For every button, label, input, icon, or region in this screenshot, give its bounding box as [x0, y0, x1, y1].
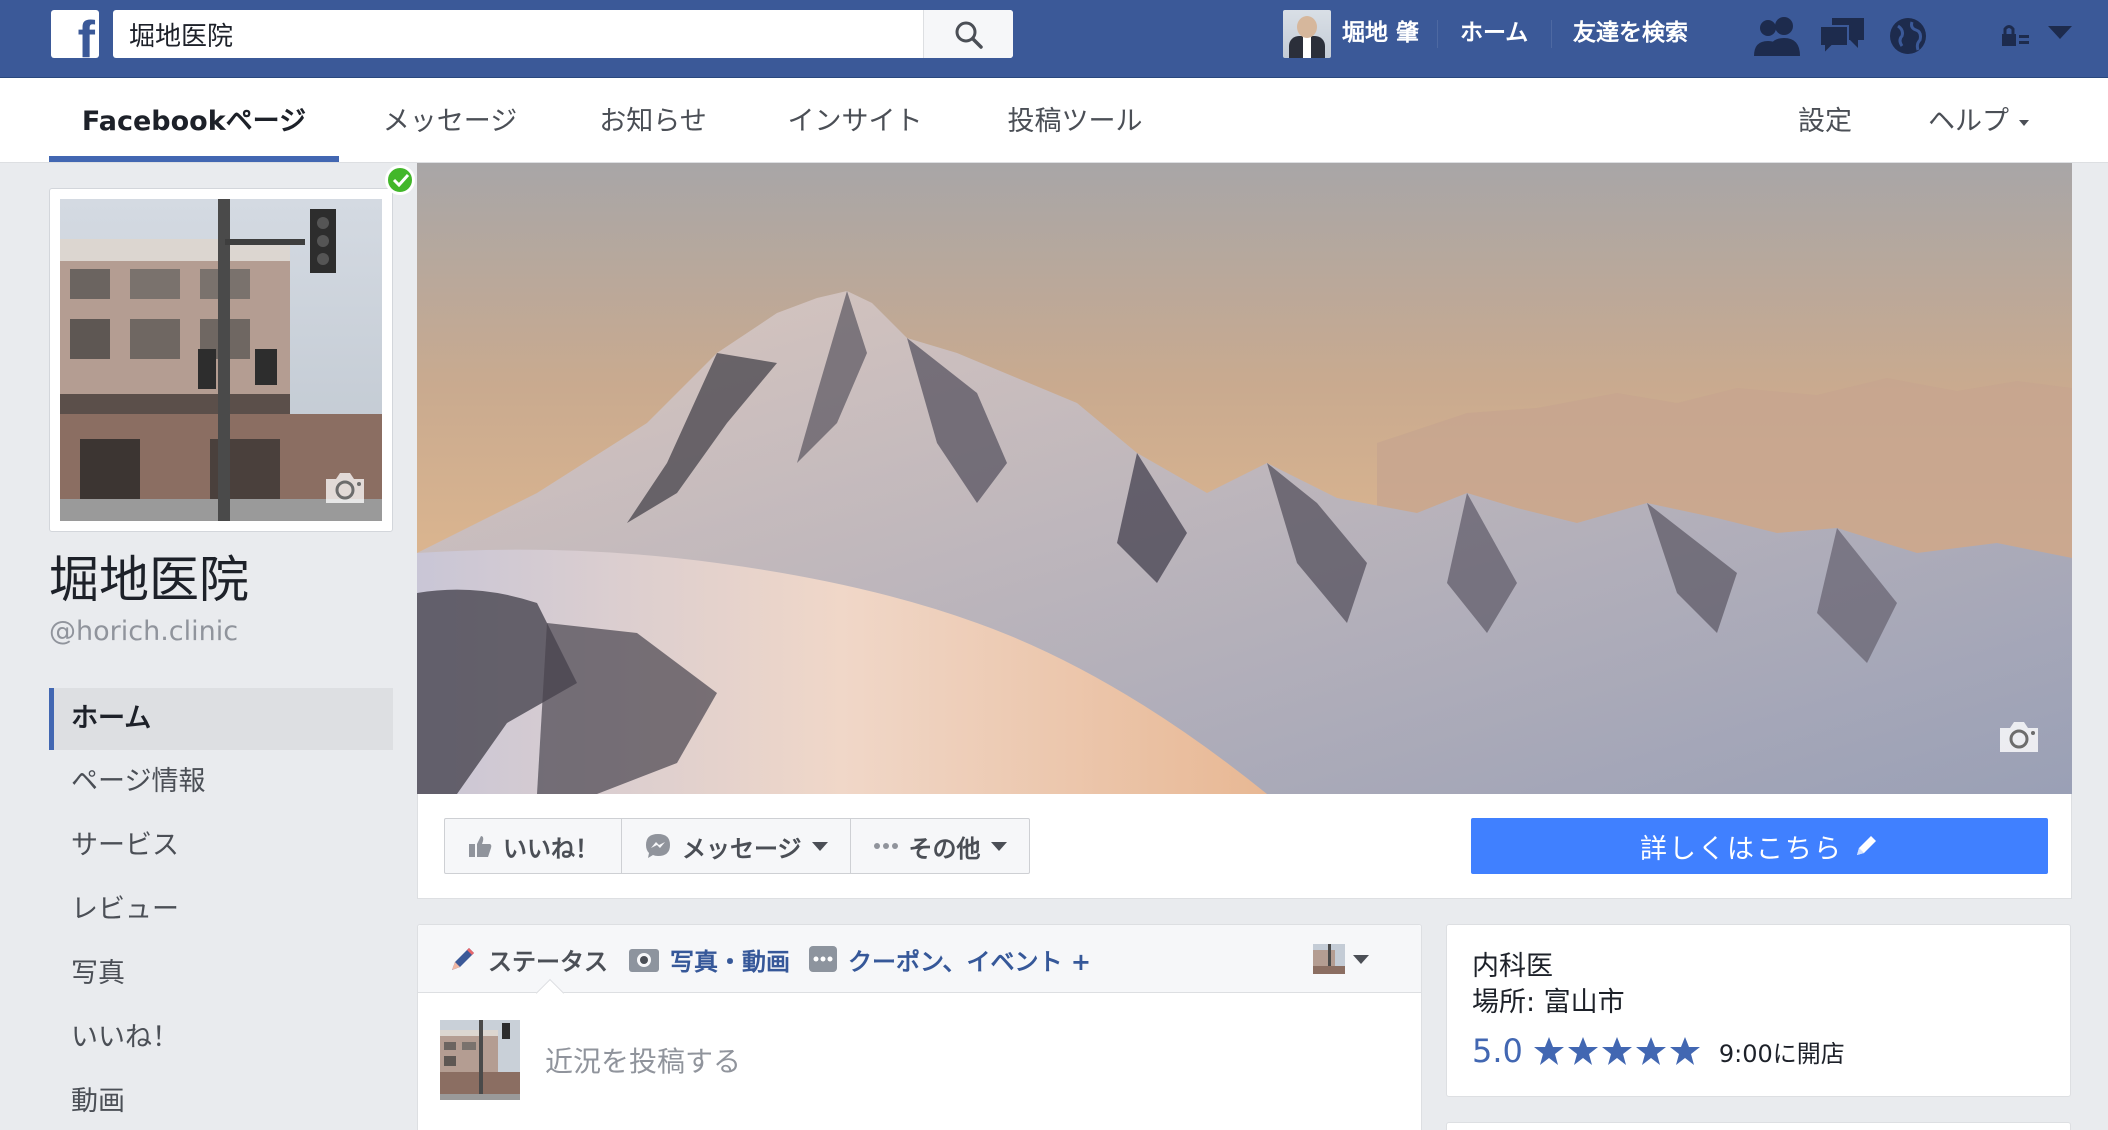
page-admin-nav: Facebookページ メッセージ お知らせ インサイト 投稿ツール 設定 ヘル…: [0, 78, 2108, 163]
divider: [1551, 20, 1552, 48]
help-menu[interactable]: ヘルプ: [1928, 78, 2038, 163]
post-composer: ステータス 写真・動画 クーポン、イベント + 近況を投稿する: [417, 924, 1422, 1130]
cta-label: 詳しくはこちら: [1640, 833, 1843, 865]
settings-link[interactable]: 設定: [1790, 78, 1860, 163]
messages-icon[interactable]: [1818, 14, 1866, 58]
star-icon: [1533, 1037, 1564, 1065]
chevron-down-icon: [2019, 119, 2029, 126]
sidebar-item-likes[interactable]: いいね！: [49, 1007, 393, 1069]
sidebar-item-about[interactable]: ページ情報: [49, 751, 393, 813]
camera-icon: [629, 949, 659, 972]
learn-more-cta-button[interactable]: 詳しくはこちら: [1471, 818, 2048, 874]
profile-picture-card[interactable]: [49, 188, 393, 532]
tab-offer-event[interactable]: クーポン、イベント +: [808, 925, 1091, 993]
verified-badge-icon: [385, 165, 415, 195]
page-action-buttons: いいね！ メッセージ その他: [444, 818, 1030, 874]
chevron-down-icon: [811, 841, 828, 851]
change-cover-camera-icon[interactable]: [1996, 718, 2042, 756]
tab-status-label: ステータス: [488, 947, 608, 976]
avatar: [1283, 10, 1331, 58]
home-link[interactable]: ホーム: [1460, 18, 1528, 48]
tab-facebook-page[interactable]: Facebookページ: [49, 78, 339, 163]
tab-insights[interactable]: インサイト: [780, 78, 930, 163]
composer-tabs: ステータス 写真・動画 クーポン、イベント +: [418, 925, 1421, 993]
search-icon: [955, 21, 983, 49]
rating-stars: [1533, 1036, 1701, 1066]
page-title: 堀地医院: [49, 551, 249, 609]
rating-row[interactable]: 5.0 9:00に開店: [1472, 1032, 1845, 1070]
post-as-selector[interactable]: [1313, 943, 1373, 975]
sidebar-item-home[interactable]: ホーム: [49, 688, 393, 750]
tab-offer-label: クーポン、イベント +: [848, 947, 1092, 976]
star-icon: [1669, 1037, 1700, 1065]
facebook-logo-icon[interactable]: f: [51, 10, 99, 58]
sidebar-item-videos[interactable]: 動画: [49, 1071, 393, 1130]
like-label: いいね！: [503, 834, 599, 863]
help-label: ヘルプ: [1928, 106, 2009, 137]
more-label: その他: [908, 834, 981, 863]
account-menu-icon[interactable]: [2048, 26, 2072, 42]
chevron-down-icon: [990, 841, 1007, 851]
chevron-down-icon: [1353, 954, 1369, 964]
page-username[interactable]: @horich.clinic: [49, 614, 238, 650]
avatar: [440, 1020, 520, 1100]
message-label: メッセージ: [682, 834, 802, 863]
friend-requests-icon[interactable]: [1752, 14, 1802, 58]
opening-hours: 9:00に開店: [1718, 1039, 1845, 1068]
divider: [1437, 20, 1438, 48]
page-action-bar: いいね！ メッセージ その他 詳しくはこちら: [417, 794, 2072, 899]
profile-shortcut[interactable]: [1283, 10, 1331, 58]
like-page-button[interactable]: いいね！: [445, 819, 622, 873]
search-button[interactable]: [923, 10, 1013, 58]
page-info-card: 内科医 場所: 富山市 5.0 9:00に開店: [1446, 924, 2071, 1097]
notifications-globe-icon[interactable]: [1886, 14, 1930, 58]
avatar: [1313, 944, 1345, 974]
messenger-icon: [646, 834, 670, 858]
status-input[interactable]: 近況を投稿する: [545, 1040, 741, 1080]
tab-notifications[interactable]: お知らせ: [588, 78, 718, 163]
active-tab-indicator: [49, 156, 339, 162]
sidebar-item-reviews[interactable]: レビュー: [49, 879, 393, 941]
search-input[interactable]: [113, 10, 921, 58]
star-icon: [1567, 1037, 1598, 1065]
camera-icon[interactable]: [322, 469, 368, 507]
more-dots-icon: [873, 843, 898, 849]
page-location[interactable]: 場所: 富山市: [1472, 985, 1625, 1021]
tab-photo-video[interactable]: 写真・動画: [628, 925, 790, 993]
search-box: [113, 10, 1013, 58]
find-friends-link[interactable]: 友達を検索: [1573, 18, 1688, 48]
tab-messages[interactable]: メッセージ: [370, 78, 530, 163]
thumbs-up-icon: [469, 836, 492, 857]
rating-value: 5.0: [1472, 1032, 1523, 1070]
more-dots-icon: [809, 946, 837, 972]
pencil-icon: [1857, 836, 1876, 855]
secondary-info-card: [1446, 1122, 2071, 1130]
top-bar: f 堀地 肇 ホーム 友達を検索: [0, 0, 2108, 78]
user-name-link[interactable]: 堀地 肇: [1342, 18, 1419, 48]
star-icon: [1635, 1037, 1666, 1065]
tab-status[interactable]: ステータス: [448, 925, 608, 993]
tab-publishing-tools[interactable]: 投稿ツール: [1000, 78, 1150, 163]
cover-photo[interactable]: [417, 163, 2072, 794]
sidebar-item-photos[interactable]: 写真: [49, 943, 393, 1005]
sidebar-item-services[interactable]: サービス: [49, 815, 393, 877]
more-button[interactable]: その他: [851, 819, 1029, 873]
profile-photo: [60, 199, 382, 521]
privacy-shortcuts-icon[interactable]: [1998, 14, 2034, 58]
tab-photo-label: 写真・動画: [670, 947, 790, 976]
star-icon: [1601, 1037, 1632, 1065]
pencil-icon: [452, 948, 474, 970]
message-button[interactable]: メッセージ: [622, 819, 851, 873]
page-category[interactable]: 内科医: [1472, 949, 1553, 985]
